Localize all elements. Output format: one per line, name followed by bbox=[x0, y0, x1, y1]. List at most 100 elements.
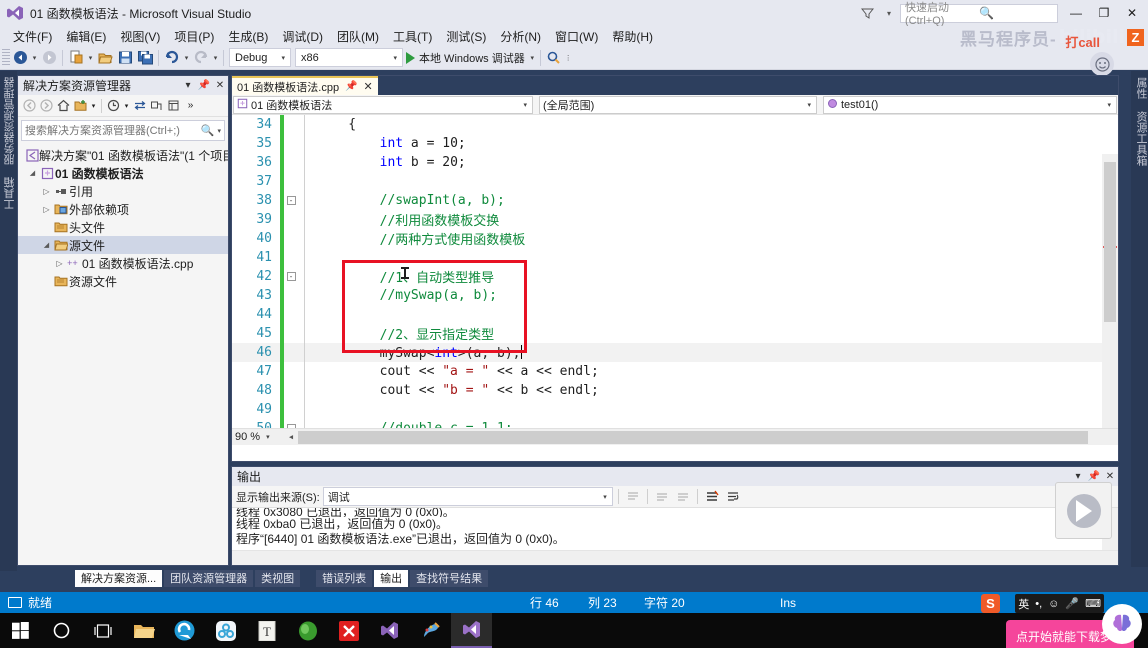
fold-margin[interactable]: - bbox=[284, 272, 298, 281]
undo-dropdown[interactable]: ▾ bbox=[182, 47, 191, 69]
horizontal-scroll-thumb[interactable] bbox=[298, 430, 1088, 444]
collapse-icon[interactable]: - bbox=[286, 196, 296, 205]
navigate-forward-button[interactable] bbox=[39, 47, 59, 69]
undo-button[interactable] bbox=[162, 47, 182, 69]
search-icon[interactable]: 🔍 bbox=[979, 6, 1053, 20]
file-explorer-button[interactable] bbox=[123, 613, 164, 648]
find-message-icon[interactable] bbox=[624, 488, 642, 506]
save-all-button[interactable] bbox=[135, 47, 155, 69]
menu-item-view[interactable]: 视图(V) bbox=[113, 26, 167, 47]
pin-icon[interactable]: 📌 bbox=[196, 80, 212, 91]
pin-icon[interactable]: 📌 bbox=[345, 81, 357, 92]
sidebar-tab-resource-toolbox[interactable]: 资源工具箱 bbox=[1131, 105, 1148, 172]
fold-margin[interactable]: - bbox=[284, 196, 298, 205]
back-button[interactable] bbox=[21, 96, 38, 115]
code-line[interactable]: 44 bbox=[232, 305, 1118, 324]
pin-icon[interactable]: 📌 bbox=[1086, 471, 1102, 482]
menu-item-file[interactable]: 文件(F) bbox=[6, 26, 59, 47]
code-text-area[interactable]: 34 {35 int a = 10; 36 int b = 20; 37 38- //… bbox=[232, 115, 1118, 445]
code-line[interactable]: 41 bbox=[232, 248, 1118, 267]
twisty-icon[interactable]: ◢ bbox=[26, 169, 39, 177]
twisty-icon[interactable]: ▷ bbox=[53, 259, 66, 268]
video-play-overlay[interactable] bbox=[1055, 482, 1112, 539]
toolbar-grip[interactable] bbox=[2, 48, 10, 67]
chevron-down-icon[interactable]: ▾ bbox=[600, 493, 610, 501]
typora-button[interactable]: T bbox=[246, 613, 287, 648]
app-button-1[interactable] bbox=[205, 613, 246, 648]
code-line[interactable]: 45 //2、显示指定类型 bbox=[232, 324, 1118, 343]
quick-launch-box[interactable]: 快速启动 (Ctrl+Q) 🔍 bbox=[900, 2, 1058, 27]
tree-item-solution[interactable]: 解决方案"01 函数模板语法"(1 个项目) bbox=[18, 146, 228, 164]
menu-item-test[interactable]: 测试(S) bbox=[439, 26, 493, 47]
ime-emoji-icon[interactable]: ☺ bbox=[1048, 598, 1059, 610]
menu-item-tools[interactable]: 工具(T) bbox=[386, 26, 439, 47]
code-line[interactable]: 36 int b = 20; bbox=[232, 153, 1118, 172]
toggle-word-wrap-icon[interactable] bbox=[724, 488, 742, 506]
twisty-icon[interactable]: ▷ bbox=[40, 205, 53, 214]
chevron-down-icon[interactable]: ▾ bbox=[1070, 471, 1086, 482]
nav-project-combo[interactable]: 01 函数模板语法 ▾ bbox=[233, 95, 533, 114]
forward-button[interactable] bbox=[38, 96, 55, 115]
code-line[interactable]: 37 bbox=[232, 172, 1118, 191]
close-icon[interactable]: ✕ bbox=[364, 80, 373, 93]
save-button[interactable] bbox=[115, 47, 135, 69]
vs-code-button[interactable] bbox=[369, 613, 410, 648]
tab-output[interactable]: 输出 bbox=[374, 569, 409, 587]
search-icon[interactable]: 🔍 bbox=[201, 124, 215, 137]
tree-item-resource-files[interactable]: 资源文件 bbox=[18, 272, 228, 290]
tab-error-list[interactable]: 错误列表 bbox=[316, 569, 373, 587]
code-line[interactable]: 42 - //1、自动类型推导 bbox=[232, 267, 1118, 286]
chevron-down-icon[interactable]: ▾ bbox=[390, 54, 400, 62]
brain-assistant-icon[interactable] bbox=[1102, 604, 1142, 644]
tree-item-cpp-file[interactable]: ▷ ++ 01 函数模板语法.cpp bbox=[18, 254, 228, 272]
new-item-dropdown[interactable]: ▾ bbox=[86, 47, 95, 69]
start-button[interactable] bbox=[0, 613, 41, 648]
chevron-down-icon[interactable]: ▾ bbox=[520, 101, 530, 109]
start-debugging-dropdown[interactable]: ▾ bbox=[528, 47, 537, 69]
tab-team-explorer[interactable]: 团队资源管理器 bbox=[164, 569, 254, 587]
code-line[interactable]: 47 cout << "a = " << a << endl; bbox=[232, 362, 1118, 381]
new-folder-icon[interactable] bbox=[72, 96, 89, 115]
solution-platform-combo[interactable]: x86 ▾ bbox=[295, 48, 403, 67]
toolbar-overflow-button[interactable]: ⋮ bbox=[564, 47, 573, 69]
close-icon[interactable]: ✕ bbox=[212, 80, 228, 91]
start-debugging-button[interactable]: 本地 Windows 调试器 bbox=[403, 47, 528, 69]
sogou-ime-button[interactable]: S bbox=[981, 594, 1000, 613]
redo-dropdown[interactable]: ▾ bbox=[211, 47, 220, 69]
home-icon[interactable] bbox=[55, 96, 72, 115]
task-view-button[interactable] bbox=[82, 613, 123, 648]
navigate-backward-dropdown[interactable]: ▾ bbox=[30, 47, 39, 69]
editor-horizontal-scrollbar[interactable]: ◀ bbox=[284, 429, 1118, 445]
toolbar-overflow-icon[interactable]: » bbox=[182, 96, 199, 115]
search-input[interactable] bbox=[25, 124, 201, 137]
chevron-down-icon[interactable]: ▾ bbox=[1104, 101, 1114, 109]
menu-item-team[interactable]: 团队(M) bbox=[330, 26, 386, 47]
solution-search-box[interactable]: 🔍 ▾ bbox=[21, 120, 225, 141]
code-line[interactable]: 34 { bbox=[232, 115, 1118, 134]
refresh-icon[interactable] bbox=[131, 96, 148, 115]
code-line[interactable]: 46 mySwap<int>(a, b); bbox=[232, 343, 1118, 362]
menu-item-edit[interactable]: 编辑(E) bbox=[59, 26, 113, 47]
collapse-all-icon[interactable] bbox=[148, 96, 165, 115]
code-line[interactable]: 49 bbox=[232, 400, 1118, 419]
close-icon[interactable]: ✕ bbox=[1102, 471, 1118, 482]
editor-zoom-combo[interactable]: 90 % ▾ bbox=[232, 429, 284, 445]
nav-scope-combo[interactable]: (全局范围) ▾ bbox=[539, 95, 817, 114]
tree-item-header-files[interactable]: 头文件 bbox=[18, 218, 228, 236]
pending-changes-icon[interactable] bbox=[105, 96, 122, 115]
clear-all-icon[interactable] bbox=[703, 488, 721, 506]
redo-button[interactable] bbox=[191, 47, 211, 69]
solution-configuration-combo[interactable]: Debug ▾ bbox=[229, 48, 291, 67]
editor-vertical-scrollbar[interactable] bbox=[1102, 154, 1118, 445]
paint-button[interactable] bbox=[410, 613, 451, 648]
menu-item-build[interactable]: 生成(B) bbox=[221, 26, 275, 47]
new-folder-dropdown[interactable]: ▾ bbox=[89, 96, 98, 115]
output-horizontal-scrollbar[interactable] bbox=[232, 550, 1118, 565]
code-line[interactable]: 39 //利用函数模板交换 bbox=[232, 210, 1118, 229]
chevron-down-icon[interactable]: ▾ bbox=[180, 80, 196, 91]
xmind-button[interactable] bbox=[328, 613, 369, 648]
tab-find-symbol-results[interactable]: 查找符号结果 bbox=[410, 569, 489, 587]
tree-item-external-dependencies[interactable]: ▷ 外部依赖项 bbox=[18, 200, 228, 218]
chevron-down-icon[interactable]: ▾ bbox=[266, 433, 270, 441]
menu-item-analyze[interactable]: 分析(N) bbox=[493, 26, 548, 47]
